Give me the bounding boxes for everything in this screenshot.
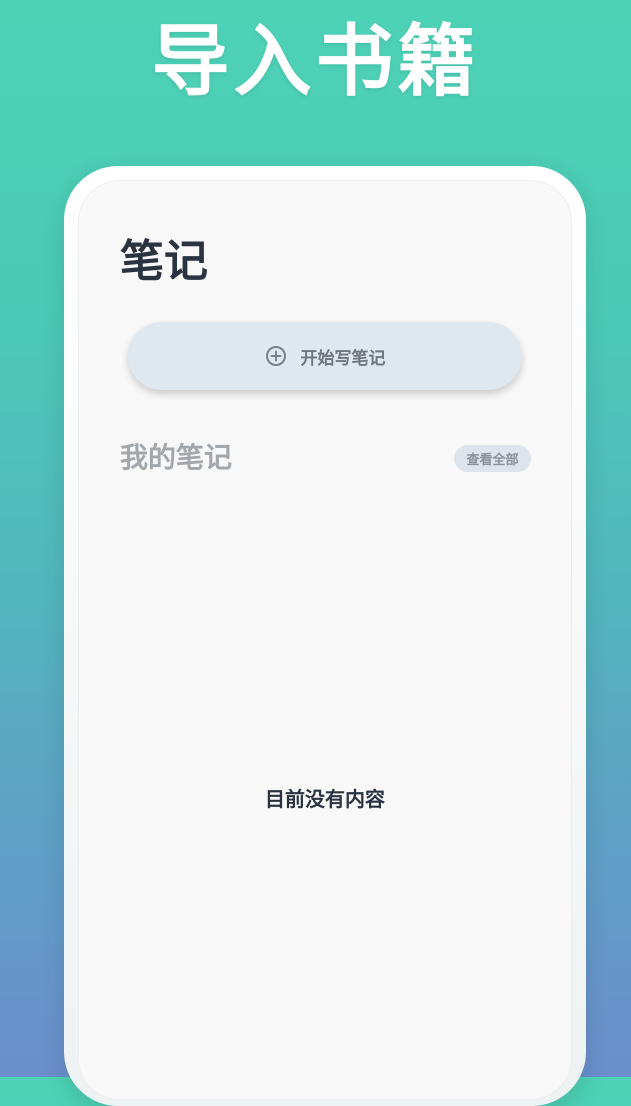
empty-state-message: 目前没有内容 [265, 787, 385, 811]
phone-screen: 笔记 开始写笔记 我的笔记 查看全部 目前没有内容 [78, 180, 572, 1100]
plus-circle-icon [265, 345, 287, 367]
view-all-button[interactable]: 查看全部 [454, 445, 531, 472]
start-writing-note-button[interactable]: 开始写笔记 [128, 322, 522, 390]
start-writing-note-label: 开始写笔记 [300, 348, 386, 369]
banner-title: 导入书籍 [151, 16, 480, 107]
page-title: 笔记 [120, 236, 208, 287]
my-notes-heading: 我的笔记 [120, 441, 233, 474]
